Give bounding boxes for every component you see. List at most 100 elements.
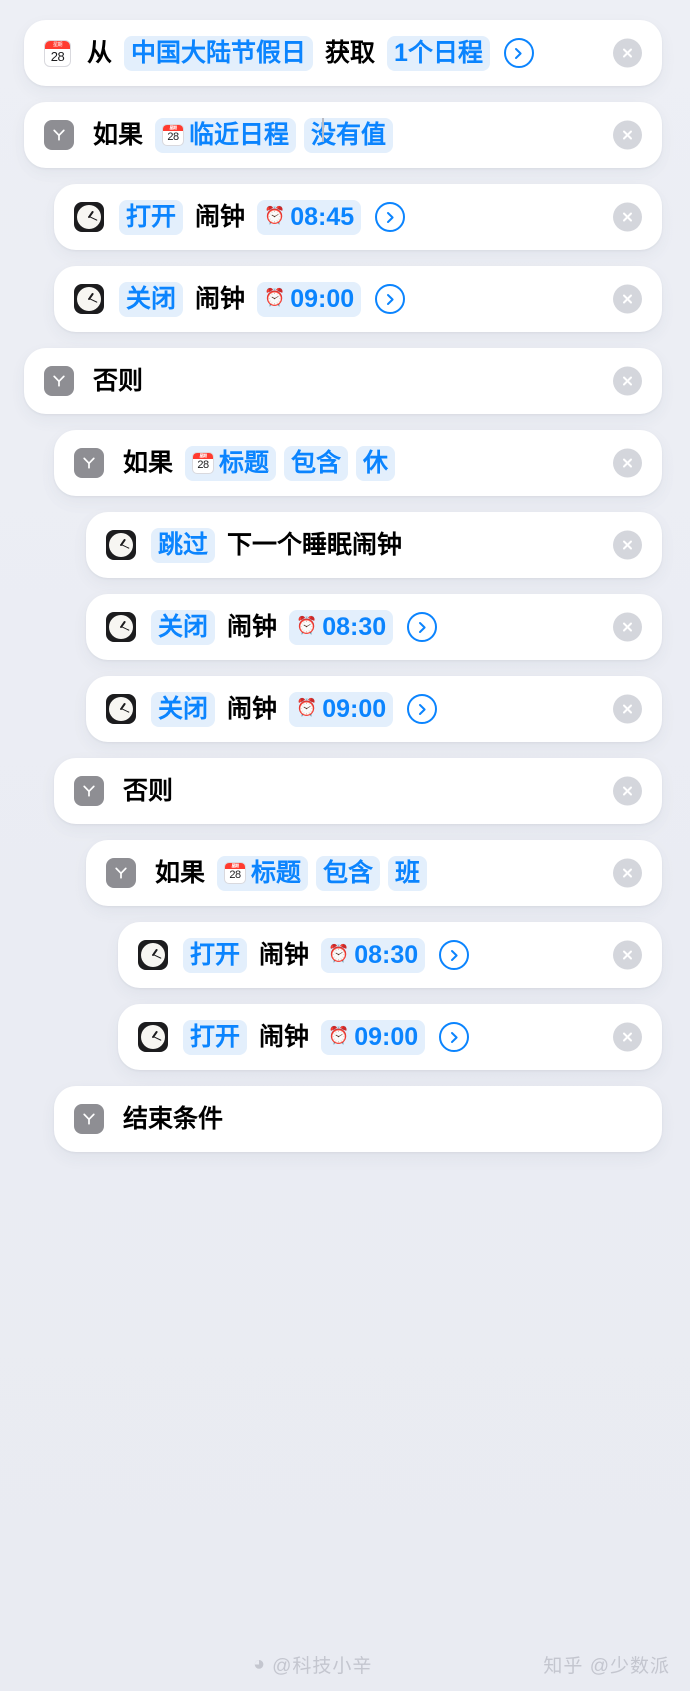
action-row: 星期 28 从中国大陆节假日 获取 1个日程	[44, 35, 604, 71]
alarm-time-token[interactable]: ⏰ 08:30	[289, 609, 394, 645]
action-token-label: 关闭	[158, 612, 209, 641]
action-token[interactable]: 关闭	[119, 281, 184, 317]
action-text: 如果	[93, 121, 144, 149]
action-variable-label: 标题	[251, 858, 302, 887]
alarm-time-token[interactable]: ⏰ 08:45	[257, 199, 362, 235]
action-token[interactable]: 跳过	[151, 527, 216, 563]
alarm-time-token[interactable]: ⏰ 09:00	[321, 1019, 426, 1055]
action-text: 否则	[93, 367, 144, 395]
action-card-turn-off-alarm-0830[interactable]: 关闭 闹钟 ⏰ 08:30	[86, 594, 662, 660]
clock-app-icon	[106, 694, 136, 724]
action-token-label: 跳过	[158, 530, 209, 559]
action-token[interactable]: 1个日程	[387, 35, 490, 71]
action-row: 打开 闹钟 ⏰ 08:30	[138, 937, 604, 973]
chevron-right-icon[interactable]	[439, 1022, 470, 1052]
chevron-right-icon[interactable]	[375, 284, 406, 314]
action-text: 从	[87, 39, 113, 67]
action-card-if-title-contains-xiu[interactable]: 如果 星期 28 标题 包含休	[54, 430, 662, 496]
alarm-time-label: 08:30	[322, 612, 387, 641]
remove-action-button[interactable]	[613, 858, 642, 888]
alarm-icon: ⏰	[296, 616, 318, 636]
action-token-label: 打开	[126, 202, 177, 231]
action-text: 闹钟	[259, 1023, 310, 1051]
remove-action-button[interactable]	[613, 366, 642, 396]
action-card-turn-off-alarm-0900-a[interactable]: 关闭 闹钟 ⏰ 09:00	[54, 266, 662, 332]
chevron-right-icon[interactable]	[503, 38, 534, 68]
alarm-icon: ⏰	[264, 288, 286, 308]
action-token[interactable]: 关闭	[151, 609, 216, 645]
action-variable-token[interactable]: 星期 28 标题	[185, 445, 277, 481]
action-text: 否则	[123, 777, 174, 805]
action-token[interactable]: 没有值	[304, 117, 394, 153]
action-token[interactable]: 包含	[316, 855, 381, 891]
shortcuts-editor-canvas: 星期 28 从中国大陆节假日 获取 1个日程 如果 星期 28 临近日程 没有值 打开 闹钟 ⏰ 08:4…	[0, 0, 690, 1691]
action-token[interactable]: 打开	[183, 1019, 248, 1055]
action-row: 打开 闹钟 ⏰ 09:00	[138, 1019, 604, 1055]
remove-action-button[interactable]	[613, 284, 642, 314]
remove-action-button[interactable]	[613, 202, 642, 232]
action-card-turn-on-alarm-0845[interactable]: 打开 闹钟 ⏰ 08:45	[54, 184, 662, 250]
remove-action-button[interactable]	[613, 120, 642, 150]
chevron-right-icon[interactable]	[375, 202, 406, 232]
action-card-end-if[interactable]: 结束条件	[54, 1086, 662, 1152]
action-card-if-title-contains-ban[interactable]: 如果 星期 28 标题 包含班	[86, 840, 662, 906]
alarm-time-token[interactable]: ⏰ 09:00	[257, 281, 362, 317]
action-card-skip-next-sleep-alarm[interactable]: 跳过 下一个睡眠闹钟	[86, 512, 662, 578]
action-token[interactable]: 班	[388, 855, 428, 891]
action-variable-token[interactable]: 星期 28 标题	[217, 855, 309, 891]
chevron-right-icon[interactable]	[407, 694, 438, 724]
clock-app-icon	[106, 530, 136, 560]
action-row: 打开 闹钟 ⏰ 08:45	[74, 199, 604, 235]
action-card-otherwise-inner[interactable]: 否则	[54, 758, 662, 824]
action-token[interactable]: 包含	[284, 445, 349, 481]
calendar-day-label: 28	[167, 131, 179, 143]
zhihu-watermark: 知乎 @少数派	[543, 1656, 670, 1677]
branch-icon	[106, 858, 136, 888]
action-row: 如果 星期 28 标题 包含休	[74, 445, 604, 481]
branch-icon	[44, 366, 74, 396]
action-row: 跳过 下一个睡眠闹钟	[106, 527, 604, 563]
action-list[interactable]: 星期 28 从中国大陆节假日 获取 1个日程 如果 星期 28 临近日程 没有值 打开 闹钟 ⏰ 08:4…	[0, 20, 690, 1152]
branch-icon	[44, 120, 74, 150]
remove-action-button[interactable]	[613, 940, 642, 970]
action-token-label: 包含	[291, 448, 342, 477]
remove-action-button[interactable]	[613, 1022, 642, 1052]
chevron-right-icon[interactable]	[439, 940, 470, 970]
alarm-icon: ⏰	[296, 698, 318, 718]
calendar-icon: 星期 28	[162, 123, 185, 146]
action-token[interactable]: 休	[356, 445, 396, 481]
action-token[interactable]: 关闭	[151, 691, 216, 727]
branch-icon	[74, 448, 104, 478]
action-token-label: 打开	[190, 1022, 241, 1051]
action-row: 关闭 闹钟 ⏰ 08:30	[106, 609, 604, 645]
action-card-if-upcoming-event-has-no-value[interactable]: 如果 星期 28 临近日程 没有值	[24, 102, 662, 168]
action-card-turn-on-alarm-0830[interactable]: 打开 闹钟 ⏰ 08:30	[118, 922, 662, 988]
clock-app-icon	[138, 1022, 168, 1052]
action-text: 闹钟	[227, 695, 278, 723]
remove-action-button[interactable]	[613, 38, 642, 68]
calendar-icon: 星期 28	[224, 861, 247, 884]
action-card-otherwise-outer[interactable]: 否则	[24, 348, 662, 414]
action-token-label: 包含	[323, 858, 374, 887]
remove-action-button[interactable]	[613, 448, 642, 478]
action-token[interactable]: 打开	[183, 937, 248, 973]
action-variable-label: 临近日程	[189, 120, 290, 149]
action-token-label: 休	[363, 448, 389, 477]
action-row: 结束条件	[74, 1103, 604, 1135]
action-variable-token[interactable]: 星期 28 临近日程	[155, 117, 297, 153]
remove-action-button[interactable]	[613, 776, 642, 806]
action-card-turn-on-alarm-0900[interactable]: 打开 闹钟 ⏰ 09:00	[118, 1004, 662, 1070]
action-text: 如果	[123, 449, 174, 477]
remove-action-button[interactable]	[613, 530, 642, 560]
action-token[interactable]: 打开	[119, 199, 184, 235]
alarm-time-token[interactable]: ⏰ 08:30	[321, 937, 426, 973]
remove-action-button[interactable]	[613, 694, 642, 724]
action-card-turn-off-alarm-0900-b[interactable]: 关闭 闹钟 ⏰ 09:00	[86, 676, 662, 742]
action-text: 闹钟	[227, 613, 278, 641]
remove-action-button[interactable]	[613, 612, 642, 642]
alarm-time-token[interactable]: ⏰ 09:00	[289, 691, 394, 727]
alarm-time-label: 09:00	[322, 694, 387, 723]
chevron-right-icon[interactable]	[407, 612, 438, 642]
action-card-get-calendar-events[interactable]: 星期 28 从中国大陆节假日 获取 1个日程	[24, 20, 662, 86]
action-token[interactable]: 中国大陆节假日	[124, 35, 314, 71]
